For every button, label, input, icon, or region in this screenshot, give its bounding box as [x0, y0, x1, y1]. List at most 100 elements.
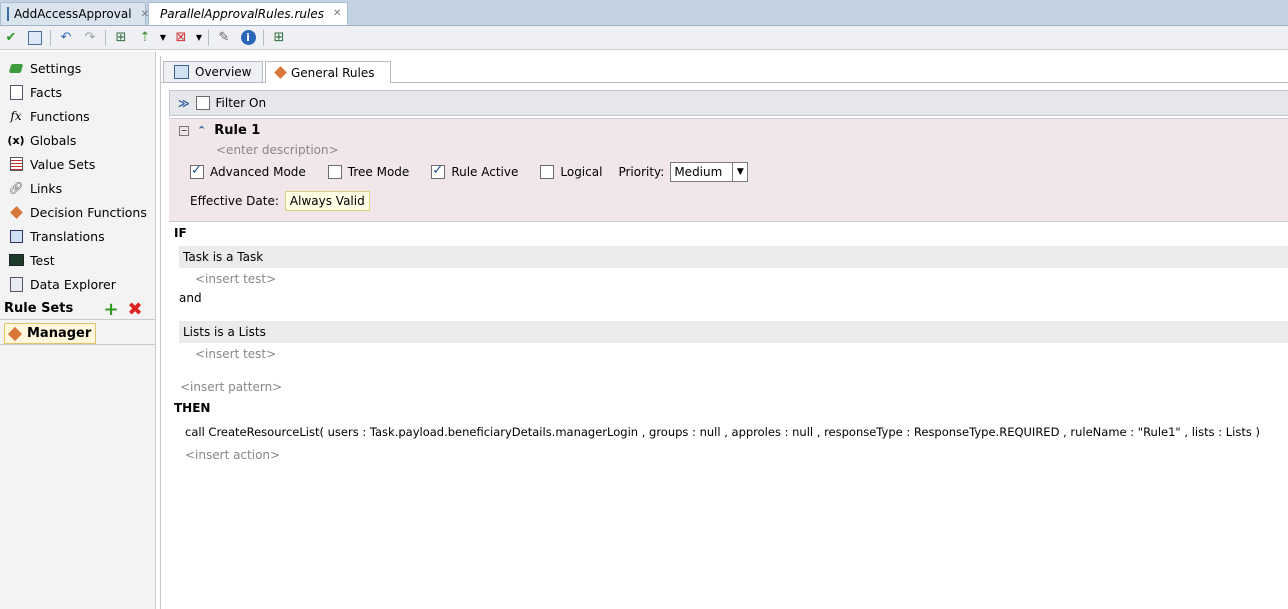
move-up-icon[interactable]: ⌃ — [197, 124, 206, 137]
action-call[interactable]: call CreateResourceList( users : Task.pa… — [185, 425, 1260, 439]
sidebar-item-label: Data Explorer — [30, 276, 116, 292]
sidebar-item-label: Decision Functions — [30, 204, 147, 220]
process-icon — [7, 7, 9, 21]
sidebar-item-label: Facts — [30, 84, 62, 100]
tab-label: Overview — [195, 65, 252, 79]
chevron-down-icon: ▼ — [732, 163, 747, 181]
pattern-row[interactable]: Task is a Task — [179, 246, 1288, 268]
sidebar-item-test[interactable]: Test — [8, 249, 55, 271]
rule-sets-title: Rule Sets — [4, 301, 74, 316]
sidebar-item-data-explorer[interactable]: Data Explorer — [8, 273, 116, 295]
sidebar-item-facts[interactable]: Facts — [8, 81, 62, 103]
rules-icon — [151, 9, 159, 18]
toolbar-separator — [208, 29, 209, 46]
data-explorer-icon — [8, 276, 24, 292]
filter-bar: ≫ Filter On — [169, 90, 1288, 116]
sidebar-item-label: Test — [30, 252, 55, 268]
collapse-rule-icon[interactable]: − — [179, 125, 189, 136]
logical-checkbox[interactable] — [540, 165, 555, 179]
insert-test[interactable]: <insert test> — [195, 272, 276, 286]
close-icon[interactable]: ✕ — [333, 8, 341, 19]
priority-value: Medium — [674, 165, 723, 179]
collapse-all-icon[interactable]: ≫ — [178, 97, 190, 110]
toolbar-separator — [50, 29, 51, 46]
sidebar: Settings Facts fx Functions (x) Globals … — [0, 52, 156, 609]
sidebar-item-value-sets[interactable]: Value Sets — [8, 153, 95, 175]
insert-test[interactable]: <insert test> — [195, 347, 276, 361]
wrench-icon[interactable]: ✎ — [215, 29, 233, 47]
add-icon[interactable]: + — [103, 298, 119, 320]
dropdown-arrow-icon[interactable]: ▼ — [160, 29, 166, 47]
undo-icon[interactable]: ↶ — [57, 29, 75, 47]
sidebar-item-label: Value Sets — [30, 156, 96, 172]
sidebar-item-label: Links — [30, 180, 63, 196]
pattern-row[interactable]: Lists is a Lists — [179, 321, 1288, 343]
redo-icon[interactable]: ↷ — [81, 29, 99, 47]
pattern-text[interactable]: Task is a Task — [183, 250, 263, 264]
priority-label: Priority: — [618, 165, 665, 179]
sidebar-item-links[interactable]: 🔗︎ Links — [8, 177, 62, 199]
sub-tab-bar: Overview General Rules — [161, 60, 1288, 83]
insert-action[interactable]: <insert action> — [185, 448, 280, 462]
pattern-text[interactable]: Lists is a Lists — [183, 325, 266, 339]
rule-set-label: Manager — [27, 326, 92, 341]
editor-tab-addaccessapproval[interactable]: AddAccessApproval ✕ — [0, 2, 149, 25]
tab-general-rules[interactable]: General Rules — [265, 61, 391, 83]
links-icon: 🔗︎ — [8, 181, 24, 195]
effective-date-label: Effective Date: — [190, 194, 279, 208]
info-icon[interactable]: i — [239, 29, 257, 47]
globals-icon: (x) — [7, 133, 25, 147]
delete-rule-icon[interactable]: ⊠ — [172, 29, 190, 47]
translations-icon — [8, 228, 24, 244]
rule-sets-header: Rule Sets + ✖ — [0, 298, 155, 320]
sidebar-item-functions[interactable]: fx Functions — [8, 105, 90, 127]
if-label: IF — [174, 226, 187, 240]
rule-active-label: Rule Active — [451, 165, 519, 179]
sidebar-item-label: Translations — [30, 228, 105, 244]
rule-description[interactable]: <enter description> — [216, 143, 339, 157]
and-label: and — [179, 291, 202, 305]
sidebar-item-decision-functions[interactable]: Decision Functions — [8, 201, 147, 223]
rule-header: − ⌃ Rule 1 <enter description> Advanced … — [169, 118, 1288, 222]
move-up-icon[interactable]: ⇡ — [136, 29, 154, 47]
editor-tab-parallelapprovalrules[interactable]: ParallelApprovalRules.rules ✕ — [148, 2, 348, 25]
advanced-mode-label: Advanced Mode — [210, 165, 306, 179]
sidebar-item-label: Functions — [30, 108, 90, 124]
rule-set-item-manager[interactable]: Manager — [4, 323, 97, 344]
dropdown-arrow-icon[interactable]: ▼ — [196, 29, 202, 47]
tree-mode-label: Tree Mode — [347, 165, 410, 179]
add-rule-icon[interactable]: ⊞ — [112, 29, 130, 47]
overview-icon — [174, 65, 189, 79]
rules-icon — [7, 326, 23, 341]
editor-tab-label: AddAccessApproval — [14, 7, 132, 21]
preview-icon[interactable] — [26, 29, 44, 47]
functions-icon: fx — [10, 109, 22, 123]
priority-select[interactable]: Medium ▼ — [670, 162, 749, 182]
effective-date-value[interactable]: Always Valid — [284, 191, 370, 211]
decision-table-icon[interactable]: ⊞ — [270, 29, 288, 47]
divider — [0, 344, 155, 345]
delete-icon[interactable]: ✖ — [127, 298, 143, 320]
advanced-mode-checkbox[interactable] — [190, 163, 204, 179]
validate-check-icon[interactable]: ✔ — [2, 29, 20, 47]
filter-checkbox[interactable] — [195, 96, 210, 110]
value-sets-icon — [8, 156, 24, 172]
insert-pattern[interactable]: <insert pattern> — [180, 380, 282, 394]
sidebar-item-globals[interactable]: (x) Globals — [7, 129, 77, 151]
rule-title[interactable]: Rule 1 — [214, 123, 260, 138]
tab-overview[interactable]: Overview — [163, 61, 263, 82]
then-label: THEN — [174, 401, 211, 415]
sidebar-item-label: Settings — [30, 60, 82, 76]
sidebar-item-label: Globals — [30, 132, 77, 148]
logical-label: Logical — [560, 165, 603, 179]
toolbar-separator — [105, 29, 106, 46]
filter-label: Filter On — [215, 96, 267, 110]
editor-tab-bar: AddAccessApproval ✕ ParallelApprovalRule… — [0, 0, 1288, 26]
editor-tab-label: ParallelApprovalRules.rules — [160, 6, 325, 21]
rule-active-checkbox[interactable] — [431, 163, 446, 179]
rules-icon — [274, 66, 287, 79]
sidebar-item-settings[interactable]: Settings — [8, 57, 81, 79]
test-icon — [8, 252, 24, 268]
tree-mode-checkbox[interactable] — [327, 165, 342, 179]
sidebar-item-translations[interactable]: Translations — [8, 225, 105, 247]
